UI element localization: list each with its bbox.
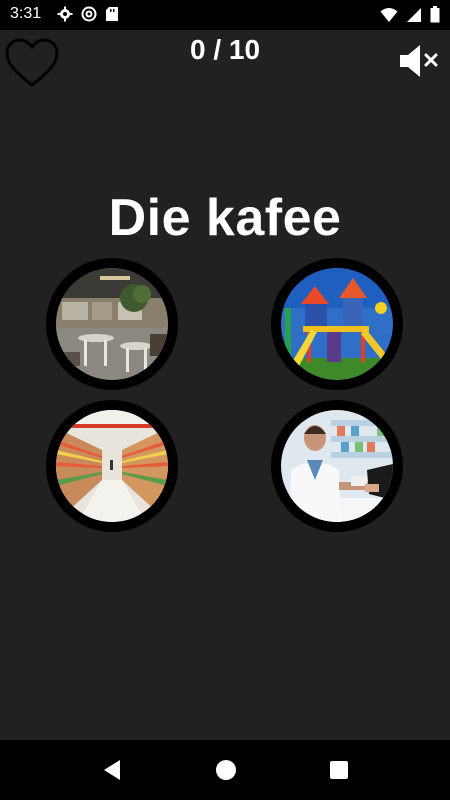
signal-icon [407,7,421,22]
option-supermarket[interactable] [46,400,178,532]
wifi-icon [380,7,398,22]
playground-image [281,268,393,380]
at-sign-icon [81,6,97,22]
navigation-bar [0,740,450,800]
gear-icon [57,6,73,22]
sd-card-icon [106,7,118,21]
supermarket-image [56,410,168,522]
speaker-muted-icon [400,45,438,77]
mute-button[interactable] [398,42,440,80]
pharmacy-image [281,410,393,522]
status-icons-left [57,6,119,22]
quiz-word: Die kafee [108,189,342,247]
option-pharmacy[interactable] [271,400,403,532]
status-time: 3:31 [10,5,42,22]
battery-icon [430,6,440,23]
score-counter: 0 / 10 [189,34,261,65]
recents-icon[interactable] [327,758,351,782]
status-bar: 3:31 [0,0,450,30]
home-icon[interactable] [214,758,238,782]
status-icons-right [380,6,440,23]
option-playground[interactable] [271,258,403,390]
back-icon[interactable] [100,758,124,782]
option-cafe[interactable] [46,258,178,390]
cafe-image [56,268,168,380]
